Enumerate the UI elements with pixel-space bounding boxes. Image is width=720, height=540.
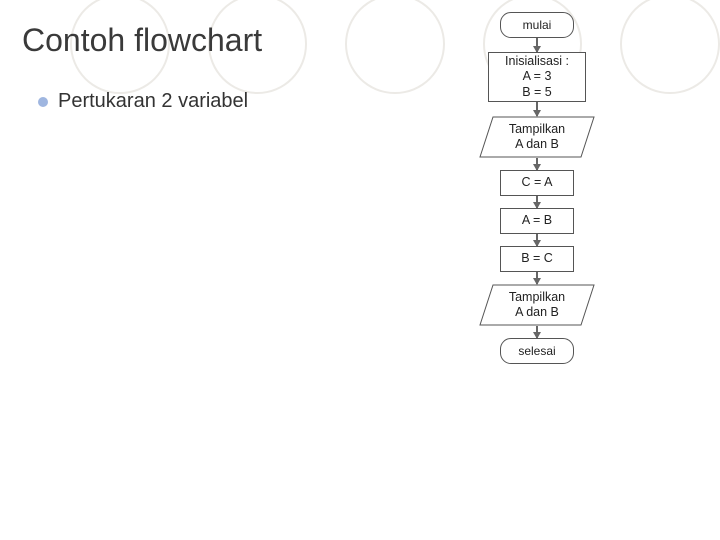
terminator-start: mulai bbox=[500, 12, 574, 38]
process-init-line2: A = 3 bbox=[523, 69, 552, 84]
bullet-text: Pertukaran 2 variabel bbox=[58, 90, 248, 113]
io-display-2: Tampilkan A dan B bbox=[479, 284, 595, 326]
process-label: B = C bbox=[521, 251, 553, 266]
arrow-icon bbox=[536, 102, 538, 116]
process-label: C = A bbox=[522, 175, 553, 190]
process-init: Inisialisasi : A = 3 B = 5 bbox=[488, 52, 586, 102]
arrow-icon bbox=[536, 196, 538, 208]
arrow-icon bbox=[536, 234, 538, 246]
slide-title: Contoh flowchart bbox=[22, 22, 262, 59]
process-label: A = B bbox=[522, 213, 552, 228]
bullet-dot-icon bbox=[38, 97, 48, 107]
process-init-line1: Inisialisasi : bbox=[505, 54, 569, 69]
terminator-end-label: selesai bbox=[518, 344, 555, 359]
process-b-equals-c: B = C bbox=[500, 246, 574, 272]
arrow-icon bbox=[536, 272, 538, 284]
io-display-1-line1: Tampilkan bbox=[509, 122, 565, 137]
arrow-icon bbox=[536, 326, 538, 338]
process-init-line3: B = 5 bbox=[522, 85, 552, 100]
decor-circle bbox=[620, 0, 720, 94]
arrow-icon bbox=[536, 38, 538, 52]
process-c-equals-a: C = A bbox=[500, 170, 574, 196]
bullet-item: Pertukaran 2 variabel bbox=[38, 90, 248, 113]
terminator-start-label: mulai bbox=[523, 18, 552, 33]
io-display-1-line2: A dan B bbox=[509, 137, 565, 152]
process-a-equals-b: A = B bbox=[500, 208, 574, 234]
flowchart: mulai Inisialisasi : A = 3 B = 5 Tampilk… bbox=[452, 12, 622, 364]
decor-circle bbox=[345, 0, 445, 94]
io-display-2-line1: Tampilkan bbox=[509, 290, 565, 305]
arrow-icon bbox=[536, 158, 538, 170]
terminator-end: selesai bbox=[500, 338, 574, 364]
io-display-2-line2: A dan B bbox=[509, 305, 565, 320]
io-display-1: Tampilkan A dan B bbox=[479, 116, 595, 158]
